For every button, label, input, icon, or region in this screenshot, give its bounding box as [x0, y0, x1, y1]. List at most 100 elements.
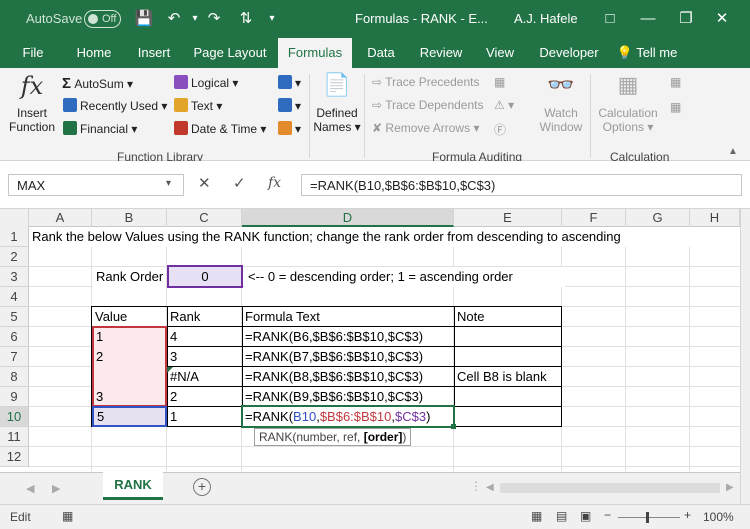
- calculation-options-button[interactable]: ▦ Calculation Options ▾: [595, 72, 661, 146]
- hscroll-left-icon[interactable]: ◀: [486, 482, 494, 493]
- add-sheet-icon[interactable]: +: [193, 478, 211, 496]
- vertical-scrollbar[interactable]: [740, 209, 750, 504]
- lookup-reference-button[interactable]: ▾: [278, 75, 301, 90]
- show-formulas-icon[interactable]: ▦: [494, 75, 505, 89]
- undo-icon[interactable]: ↶: [164, 9, 184, 29]
- column-header-b[interactable]: B: [92, 209, 167, 227]
- header-value[interactable]: Value: [92, 307, 166, 327]
- cell-b3[interactable]: Rank Order: [93, 267, 166, 287]
- zoom-slider[interactable]: [618, 517, 680, 518]
- function-tooltip[interactable]: RANK(number, ref, [order]): [254, 428, 412, 446]
- column-header-h[interactable]: H: [690, 209, 740, 227]
- redo-icon[interactable]: ↷: [204, 9, 224, 29]
- cell-c3[interactable]: 0: [167, 265, 243, 288]
- name-box[interactable]: MAX: [8, 174, 184, 196]
- column-header-f[interactable]: F: [562, 209, 626, 227]
- select-all-corner[interactable]: [0, 209, 29, 227]
- tab-split-icon[interactable]: ⋮: [470, 479, 482, 493]
- cell-e6[interactable]: [454, 327, 561, 347]
- more-functions-button[interactable]: ▾: [278, 121, 301, 136]
- watch-window-button[interactable]: 👓 Watch Window: [536, 72, 586, 146]
- cell-b9[interactable]: 3: [93, 387, 165, 407]
- cell-b7[interactable]: 2: [93, 347, 165, 367]
- row-header-3[interactable]: 3: [0, 267, 29, 287]
- formula-input[interactable]: =RANK(B10,$B$6:$B$10,$C$3): [301, 174, 742, 196]
- tab-data[interactable]: Data: [358, 38, 404, 68]
- cell-d10-editing[interactable]: =RANK(B10,$B$6:$B$10,$C$3): [241, 405, 455, 428]
- collapse-ribbon-icon[interactable]: ▲: [728, 146, 738, 157]
- calculate-now-icon[interactable]: ▦: [670, 75, 681, 89]
- row-header-5[interactable]: 5: [0, 307, 29, 327]
- ribbon-display-icon[interactable]: □: [600, 9, 620, 29]
- tab-view[interactable]: View: [476, 38, 524, 68]
- cell-d3[interactable]: <-- 0 = descending order; 1 = ascending …: [245, 267, 565, 287]
- header-note[interactable]: Note: [454, 307, 561, 327]
- tab-formulas[interactable]: Formulas: [278, 38, 352, 68]
- hscroll-right-icon[interactable]: ▶: [726, 482, 734, 493]
- row-header-10[interactable]: 10: [0, 407, 29, 427]
- calculate-sheet-icon[interactable]: ▦: [670, 100, 681, 114]
- remove-arrows-button[interactable]: ✘ Remove Arrows ▾: [372, 121, 479, 135]
- zoom-in-icon[interactable]: +: [684, 508, 691, 522]
- trace-dependents-button[interactable]: ⇨ Trace Dependents: [372, 98, 483, 112]
- row-header-12[interactable]: 12: [0, 447, 29, 467]
- defined-names-button[interactable]: 📄 Defined Names ▾: [312, 72, 362, 146]
- math-trig-button[interactable]: ▾: [278, 98, 301, 113]
- tab-page-layout[interactable]: Page Layout: [188, 38, 272, 68]
- sheet-tab-rank[interactable]: RANK: [103, 472, 163, 500]
- tab-developer[interactable]: Developer: [532, 38, 606, 68]
- evaluate-formula-icon[interactable]: Ⓕ: [494, 121, 506, 138]
- insert-function-button[interactable]: fx Insert Function: [8, 72, 56, 146]
- cell-a1[interactable]: Rank the below Values using the RANK fun…: [29, 227, 740, 247]
- page-break-view-icon[interactable]: ▣: [580, 509, 591, 523]
- row-header-2[interactable]: 2: [0, 247, 29, 267]
- header-formula-text[interactable]: Formula Text: [242, 307, 453, 327]
- error-checking-icon[interactable]: ⚠ ▾: [494, 98, 514, 112]
- cell-c10[interactable]: 1: [167, 407, 241, 427]
- undo-dropdown-icon[interactable]: ▾: [185, 9, 205, 29]
- row-header-6[interactable]: 6: [0, 327, 29, 347]
- tell-me-box[interactable]: 💡 Tell me: [614, 38, 680, 68]
- cell-c9[interactable]: 2: [167, 387, 241, 407]
- column-header-a[interactable]: A: [29, 209, 92, 227]
- cell-e10[interactable]: [454, 407, 561, 427]
- horizontal-scrollbar[interactable]: [500, 483, 720, 493]
- zoom-slider-thumb[interactable]: [646, 512, 649, 523]
- cell-e8[interactable]: Cell B8 is blank: [454, 367, 561, 387]
- row-header-1[interactable]: 1: [0, 227, 29, 247]
- autosum-button[interactable]: Σ AutoSum ▾: [62, 75, 133, 92]
- row-header-8[interactable]: 8: [0, 367, 29, 387]
- cell-b6[interactable]: 1: [93, 327, 165, 347]
- logical-button[interactable]: Logical ▾: [174, 75, 238, 90]
- recently-used-button[interactable]: Recently Used ▾: [63, 98, 167, 113]
- row-header-7[interactable]: 7: [0, 347, 29, 367]
- scroll-right-icon[interactable]: ▶: [52, 482, 60, 495]
- cell-b10[interactable]: 5: [94, 407, 164, 427]
- column-header-d[interactable]: D: [242, 209, 454, 227]
- financial-button[interactable]: Financial ▾: [63, 121, 137, 136]
- row-header-9[interactable]: 9: [0, 387, 29, 407]
- macro-record-icon[interactable]: ▦: [62, 509, 73, 523]
- column-header-c[interactable]: C: [167, 209, 242, 227]
- cell-e9[interactable]: [454, 387, 561, 407]
- insert-function-icon[interactable]: fx: [268, 175, 281, 191]
- normal-view-icon[interactable]: ▦: [531, 509, 542, 523]
- cancel-icon[interactable]: ✕: [198, 174, 211, 192]
- maximize-icon[interactable]: ❐: [676, 9, 696, 29]
- sort-icon[interactable]: ⇅: [236, 9, 256, 29]
- close-icon[interactable]: ✕: [712, 9, 732, 29]
- date-time-button[interactable]: Date & Time ▾: [174, 121, 266, 136]
- cell-c7[interactable]: 3: [167, 347, 241, 367]
- header-rank[interactable]: Rank: [167, 307, 241, 327]
- zoom-out-icon[interactable]: −: [604, 508, 611, 522]
- zoom-level[interactable]: 100%: [703, 510, 734, 524]
- cell-d8[interactable]: =RANK(B8,$B$6:$B$10,$C$3): [242, 367, 453, 387]
- row-header-4[interactable]: 4: [0, 287, 29, 307]
- cell-d9[interactable]: =RANK(B9,$B$6:$B$10,$C$3): [242, 387, 453, 407]
- name-box-dropdown-icon[interactable]: ▾: [166, 178, 171, 189]
- cell-d6[interactable]: =RANK(B6,$B$6:$B$10,$C$3): [242, 327, 453, 347]
- cell-c6[interactable]: 4: [167, 327, 241, 347]
- cell-c8[interactable]: #N/A: [167, 367, 241, 387]
- tab-review[interactable]: Review: [412, 38, 470, 68]
- column-header-e[interactable]: E: [454, 209, 562, 227]
